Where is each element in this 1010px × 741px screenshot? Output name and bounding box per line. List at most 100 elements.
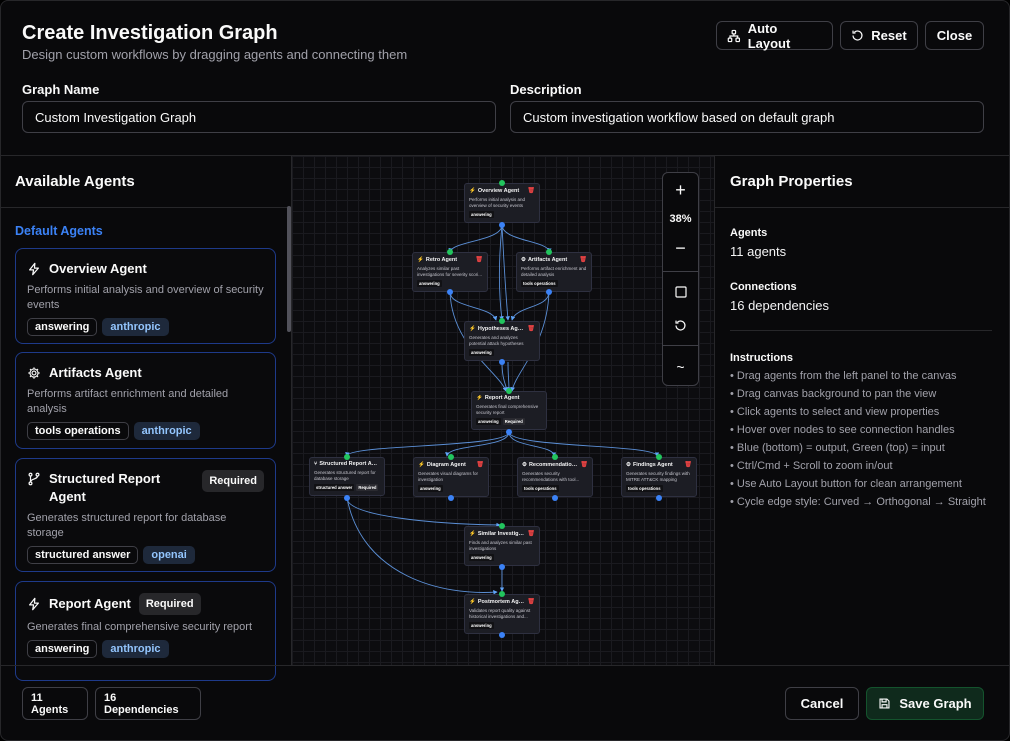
node-tag: answering <box>469 349 494 356</box>
cancel-button[interactable]: Cancel <box>785 687 859 720</box>
node-description: Validates report quality against histori… <box>469 608 531 619</box>
output-handle[interactable] <box>499 222 505 228</box>
auto-layout-button[interactable]: Auto Layout <box>716 20 833 51</box>
node-description: Performs artifact enrichment and detaile… <box>521 266 587 277</box>
input-handle[interactable] <box>506 388 512 394</box>
input-handle[interactable] <box>447 249 453 255</box>
agent-card-artifacts[interactable]: Artifacts Agent Performs artifact enrich… <box>15 352 276 449</box>
trash-icon[interactable]: 🗑 <box>527 598 535 605</box>
reset-button[interactable]: Reset <box>840 21 918 50</box>
trash-icon[interactable]: 🗑 <box>527 187 535 194</box>
graph-node-findings[interactable]: ⚙ Findings Agent 🗑 Generates security find… <box>621 457 697 497</box>
node-title: Findings Agent <box>632 461 673 468</box>
edge-style-button[interactable]: ~ <box>663 355 698 379</box>
node-tag: answering <box>418 485 443 492</box>
bolt-icon <box>29 597 39 611</box>
instruction-item: Drag canvas background to pan the view <box>730 385 992 403</box>
input-handle[interactable] <box>499 591 505 597</box>
gear-icon: ⚙ <box>522 461 527 468</box>
agent-description: Generates final comprehensive security r… <box>27 621 252 633</box>
agent-tag: anthropic <box>133 422 200 440</box>
rotate-ccw-icon <box>675 319 686 331</box>
trash-icon[interactable]: 🗑 <box>476 461 484 468</box>
agent-card-report[interactable]: Report Agent Required Generates final co… <box>15 581 276 681</box>
graph-node-hypotheses[interactable]: ⚡ Hypotheses Agent 🗑 Generates and analyze… <box>464 321 540 361</box>
agent-tag: tools operations <box>27 422 129 440</box>
agent-description: Performs initial analysis and overview o… <box>27 284 264 311</box>
graph-node-postmortem[interactable]: ⚡ Postmortem Agent 🗑 Validates report qual… <box>464 594 540 634</box>
graph-node-recommendations[interactable]: ⚙Recommendations ...🗑 Generates security… <box>517 457 593 497</box>
trash-icon[interactable]: 🗑 <box>579 256 587 263</box>
graph-node-similar-investigations[interactable]: ⚡Similar Investigatio...🗑 Finds and anal… <box>464 526 540 566</box>
output-handle[interactable] <box>656 495 662 501</box>
agent-card-structured-report[interactable]: Structured Report Agent Required Generat… <box>15 458 276 572</box>
reset-view-button[interactable] <box>663 313 698 337</box>
output-handle[interactable] <box>448 495 454 501</box>
connections-property: Connections 16 dependencies <box>730 281 829 313</box>
output-handle[interactable] <box>552 495 558 501</box>
bolt-icon: ⚡ <box>469 530 476 537</box>
edge <box>508 431 557 457</box>
trash-icon[interactable]: 🗑 <box>527 530 535 537</box>
node-tag: tools operations <box>522 485 559 492</box>
trash-icon[interactable]: 🗑 <box>527 325 535 332</box>
output-handle[interactable] <box>506 429 512 435</box>
auto-layout-label: Auto Layout <box>747 20 791 51</box>
node-description: Analyzes similar past investigations for… <box>417 266 483 277</box>
close-label: Close <box>936 28 973 43</box>
trash-icon[interactable]: 🗑 <box>580 461 588 468</box>
graph-node-artifacts[interactable]: ⚙ Artifacts Agent 🗑 Performs artifact enri… <box>516 252 592 292</box>
edge <box>346 497 501 528</box>
edge <box>448 224 503 253</box>
input-handle[interactable] <box>499 180 505 186</box>
agent-description: Performs artifact enrichment and detaile… <box>27 388 229 415</box>
agent-tag: anthropic <box>102 318 169 336</box>
trash-icon[interactable]: 🗑 <box>684 461 692 468</box>
description-input[interactable] <box>510 101 984 133</box>
bolt-icon: ⚡ <box>469 187 476 194</box>
agents-count-badge: 11 Agents <box>22 687 88 720</box>
fit-view-button[interactable] <box>663 280 698 304</box>
graph-name-label: Graph Name <box>22 82 100 97</box>
tilde-icon: ~ <box>676 359 685 375</box>
output-handle[interactable] <box>447 289 453 295</box>
graph-node-retro[interactable]: ⚡ Retro Agent 🗑 Analyzes similar past inve… <box>412 252 488 292</box>
zoom-in-button[interactable]: + <box>663 178 698 202</box>
output-handle[interactable] <box>499 564 505 570</box>
output-handle[interactable] <box>546 289 552 295</box>
output-handle[interactable] <box>344 495 350 501</box>
input-handle[interactable] <box>552 454 558 460</box>
zoom-out-button[interactable]: − <box>663 236 698 260</box>
agents-value: 11 agents <box>730 244 787 259</box>
agents-label: Agents <box>730 227 768 239</box>
agent-card-overview[interactable]: Overview Agent Performs initial analysis… <box>15 248 276 344</box>
node-description: Generates security recommendations with … <box>522 471 580 482</box>
graph-name-input[interactable] <box>22 101 496 133</box>
close-button[interactable]: Close <box>925 21 984 50</box>
input-handle[interactable] <box>656 454 662 460</box>
divider <box>715 207 1009 208</box>
bolt-icon: ⚡ <box>418 461 425 468</box>
divider <box>663 271 698 272</box>
graph-node-diagram[interactable]: ⚡ Diagram Agent 🗑 Generates visual diagram… <box>413 457 489 497</box>
node-title: Structured Report Agent <box>319 461 380 467</box>
divider <box>730 330 992 331</box>
node-tag: answering <box>417 280 442 287</box>
graph-node-report[interactable]: ⚡ Report Agent Generates final comprehens… <box>471 391 547 430</box>
input-handle[interactable] <box>546 249 552 255</box>
dialog-title: Create Investigation Graph <box>22 22 278 44</box>
edge <box>449 291 498 321</box>
graph-node-structured-report[interactable]: ⑂ Structured Report Agent Generates struc… <box>309 457 385 496</box>
agent-name: Report Agent <box>49 596 131 611</box>
output-handle[interactable] <box>499 359 505 365</box>
graph-node-overview[interactable]: ⚡ Overview Agent 🗑 Performs initial analys… <box>464 183 540 223</box>
graph-canvas[interactable]: ⚡ Overview Agent 🗑 Performs initial analys… <box>292 156 714 665</box>
save-graph-button[interactable]: Save Graph <box>866 687 984 720</box>
input-handle[interactable] <box>344 454 350 460</box>
connections-value: 16 dependencies <box>730 298 830 313</box>
input-handle[interactable] <box>448 454 454 460</box>
input-handle[interactable] <box>499 523 505 529</box>
output-handle[interactable] <box>499 632 505 638</box>
trash-icon[interactable]: 🗑 <box>475 256 483 263</box>
input-handle[interactable] <box>499 318 505 324</box>
